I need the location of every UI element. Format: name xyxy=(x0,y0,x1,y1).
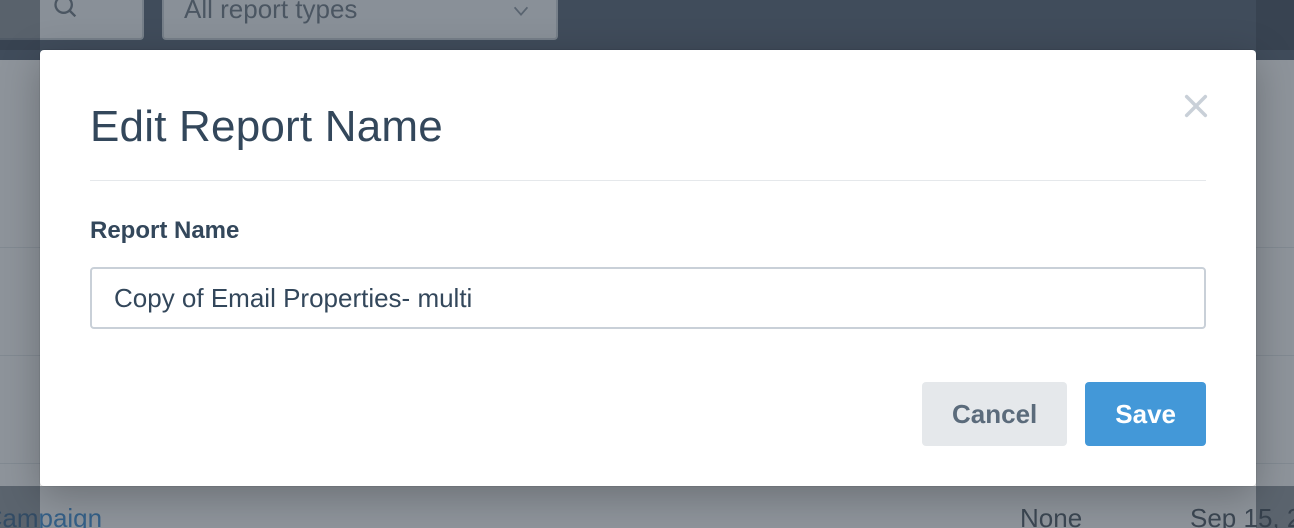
date-cell: Sep 15, 2 xyxy=(1190,503,1294,528)
search-button[interactable] xyxy=(0,0,144,40)
field-label: Report Name xyxy=(90,217,1206,245)
search-icon xyxy=(52,0,80,26)
report-type-select[interactable]: All report types xyxy=(162,0,558,40)
none-cell: None xyxy=(1020,503,1082,528)
save-button[interactable]: Save xyxy=(1085,382,1206,446)
close-icon xyxy=(1182,92,1210,125)
report-link[interactable]: nt by Campaign xyxy=(0,503,102,528)
chevron-down-icon xyxy=(510,0,532,29)
modal-footer: Cancel Save xyxy=(922,382,1206,446)
cancel-button[interactable]: Cancel xyxy=(922,382,1067,446)
divider xyxy=(90,180,1206,181)
close-button[interactable] xyxy=(1178,90,1214,126)
select-label: All report types xyxy=(184,0,357,25)
report-name-input[interactable] xyxy=(90,267,1206,329)
edit-report-name-modal: Edit Report Name Report Name Cancel Save xyxy=(40,50,1256,486)
modal-title: Edit Report Name xyxy=(90,102,1206,152)
